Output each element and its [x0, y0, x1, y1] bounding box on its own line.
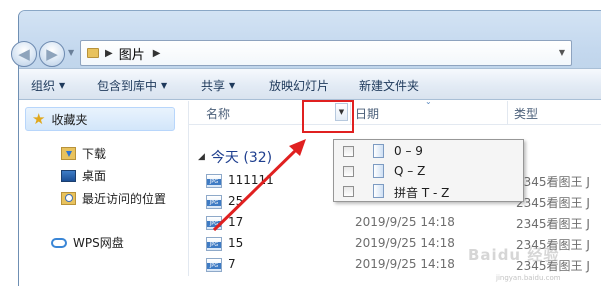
command-bar: 组织 ▼ 包含到库中 ▼ 共享 ▼ 放映幻灯片 新建文件夹: [19, 68, 601, 100]
organize-button[interactable]: 组织 ▼: [31, 77, 65, 94]
filter-checkbox[interactable]: [343, 186, 354, 197]
file-date: 2019/9/25 14:18: [355, 257, 455, 271]
file-stack-icon: [370, 164, 384, 181]
file-row[interactable]: JPG 17 2019/9/25 14:18 2345看图王 J: [200, 213, 590, 233]
folder-icon: [87, 48, 99, 58]
breadcrumb-chevron-icon[interactable]: ▶: [105, 48, 113, 59]
include-in-library-label: 包含到库中: [97, 79, 158, 93]
back-arrow-icon: ◀: [18, 45, 30, 63]
recent-places-icon: [61, 192, 76, 205]
collapse-triangle-icon[interactable]: ◢: [198, 152, 205, 162]
slideshow-button[interactable]: 放映幻灯片: [269, 77, 329, 94]
file-stack-icon: [370, 184, 384, 201]
organize-label: 组织: [31, 79, 56, 93]
filter-checkbox[interactable]: [343, 166, 354, 177]
file-type: 2345看图王 J: [516, 175, 590, 189]
sort-indicator-icon: ⌄: [425, 97, 432, 106]
filter-option-label: 拼音 T - Z: [394, 186, 450, 200]
jpg-file-icon: JPG: [206, 195, 222, 209]
forward-button[interactable]: ▶: [39, 41, 65, 67]
file-icon-label: JPG: [207, 263, 221, 269]
file-type: 2345看图王 J: [516, 196, 590, 210]
filter-option-label: 0 – 9: [394, 144, 423, 158]
new-folder-label: 新建文件夹: [359, 79, 420, 93]
share-button[interactable]: 共享 ▼: [201, 77, 235, 94]
group-header-today[interactable]: ◢ 今天 (32): [198, 147, 272, 167]
sidebar-item-label: 下载: [82, 147, 107, 161]
file-icon-label: JPG: [207, 242, 221, 248]
file-icon-label: JPG: [207, 221, 221, 227]
filter-checkbox[interactable]: [343, 146, 354, 157]
file-stack-icon: [370, 144, 384, 161]
filter-option-pinyin-t-z[interactable]: 拼音 T - Z: [334, 181, 523, 201]
file-icon-label: JPG: [207, 200, 221, 206]
include-in-library-button[interactable]: 包含到库中 ▼: [97, 77, 167, 94]
file-icon-label: JPG: [207, 179, 221, 185]
recent-pages-dropdown-icon[interactable]: ▼: [68, 48, 78, 62]
sidebar-item-desktop[interactable]: 桌面: [61, 167, 106, 184]
column-filter-popup: 0 – 9 Q – Z 拼音 T - Z: [333, 139, 524, 202]
sidebar-item-downloads[interactable]: 下载: [61, 145, 106, 162]
column-divider[interactable]: [507, 101, 508, 125]
file-date: 2019/9/25 14:18: [355, 215, 455, 229]
file-name: 25: [228, 194, 244, 208]
download-folder-icon: [61, 147, 76, 160]
filter-option-q-z[interactable]: Q – Z: [334, 161, 523, 181]
column-header-bar: 名称 ▼ 日期 ⌄ 类型: [189, 97, 601, 125]
chevron-down-icon: ▼: [229, 81, 236, 90]
breadcrumb-chevron-icon[interactable]: ▶: [153, 48, 161, 59]
back-button[interactable]: ◀: [11, 41, 37, 67]
breadcrumb-current[interactable]: 图片: [119, 44, 145, 63]
jpg-file-icon: JPG: [206, 237, 222, 251]
sidebar-item-label: WPS网盘: [73, 236, 124, 250]
watermark: Baidu 经验: [468, 246, 560, 264]
sidebar-item-label: 收藏夹: [51, 112, 88, 127]
jpg-file-icon: JPG: [206, 258, 222, 272]
forward-arrow-icon: ▶: [46, 45, 58, 63]
file-name: 17: [228, 215, 244, 229]
chevron-down-icon: ▼: [59, 81, 66, 90]
address-bar[interactable]: ▶ 图片 ▶ ▼: [80, 40, 572, 66]
filter-option-label: Q – Z: [394, 164, 426, 178]
sidebar-item-recent[interactable]: 最近访问的位置: [61, 190, 166, 207]
column-header-date[interactable]: 日期: [355, 105, 379, 122]
address-dropdown-icon[interactable]: ▼: [559, 48, 565, 57]
watermark-url: jingyan.baidu.com: [496, 274, 561, 282]
jpg-file-icon: JPG: [206, 174, 222, 188]
sidebar-item-wps[interactable]: WPS网盘: [51, 234, 124, 251]
navigation-pane: ★ 收藏夹 下载 桌面 最近访问的位置 WPS网盘: [19, 101, 189, 276]
sidebar-item-label: 桌面: [82, 169, 107, 183]
chevron-down-icon: ▼: [161, 81, 168, 90]
star-icon: ★: [32, 110, 46, 128]
cloud-icon: [51, 237, 67, 248]
file-name: 15: [228, 236, 244, 250]
jpg-file-icon: JPG: [206, 216, 222, 230]
share-label: 共享: [201, 79, 226, 93]
sidebar-item-favorites[interactable]: ★ 收藏夹: [25, 107, 175, 131]
column-header-name[interactable]: 名称: [206, 105, 230, 122]
filter-option-0-9[interactable]: 0 – 9: [334, 141, 523, 161]
annotation-highlight-box: [302, 100, 354, 133]
file-name: 7: [228, 257, 236, 271]
file-date: 2019/9/25 14:18: [355, 236, 455, 250]
file-name: 111111: [228, 173, 274, 187]
column-header-type[interactable]: 类型: [514, 105, 538, 122]
sidebar-item-label: 最近访问的位置: [82, 192, 167, 206]
slideshow-label: 放映幻灯片: [269, 79, 330, 93]
file-type: 2345看图王 J: [516, 217, 590, 231]
new-folder-button[interactable]: 新建文件夹: [359, 77, 419, 94]
desktop-icon: [61, 169, 76, 182]
group-label: 今天 (32): [210, 150, 273, 166]
